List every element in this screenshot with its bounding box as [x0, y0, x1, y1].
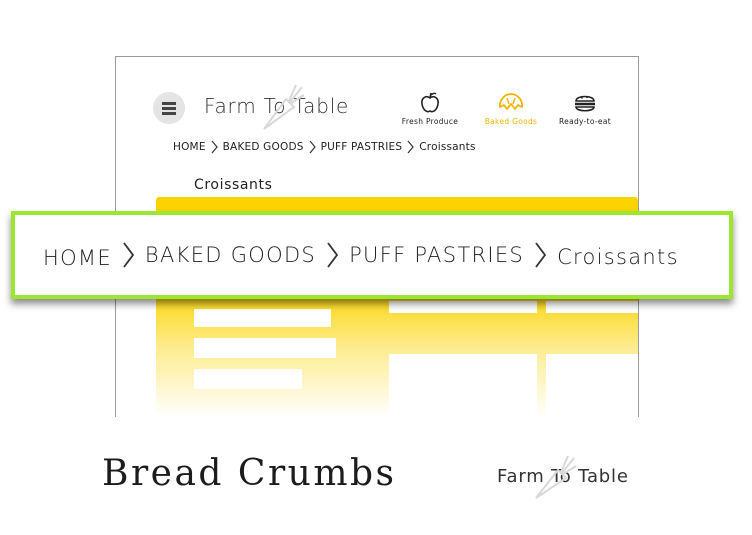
product-card-placeholder[interactable]: [546, 354, 638, 417]
breadcrumb-item-puff-pastries[interactable]: PUFF PASTRIES: [349, 243, 524, 267]
burger-icon: [575, 95, 595, 112]
hamburger-icon: [162, 101, 176, 115]
product-card-placeholder[interactable]: [194, 309, 331, 327]
chevron-right-icon: [535, 242, 547, 268]
chevron-right-icon: [123, 242, 135, 268]
breadcrumb-item-puff-pastries[interactable]: PUFF PASTRIES: [321, 141, 403, 153]
breadcrumb-callout: HOME BAKED GOODS PUFF PASTRIES Croissant…: [11, 211, 733, 299]
croissant-icon: [499, 93, 523, 110]
nav-label: Fresh Produce: [401, 117, 459, 126]
carrot-logo-icon: [535, 455, 577, 499]
breadcrumb-item-baked-goods[interactable]: BAKED GOODS: [145, 243, 316, 267]
chevron-right-icon: [211, 140, 218, 154]
breadcrumb-item-croissants: Croissants: [419, 141, 476, 153]
breadcrumb-item-baked-goods[interactable]: BAKED GOODS: [223, 141, 304, 153]
nav-label: Ready-to-eat: [559, 117, 611, 126]
nav-item-ready-to-eat[interactable]: Ready-to-eat: [545, 91, 625, 126]
product-card-placeholder[interactable]: [389, 301, 537, 313]
slide-title: Bread Crumbs: [102, 453, 397, 494]
breadcrumb-item-home[interactable]: HOME: [43, 246, 112, 270]
product-card-placeholder[interactable]: [194, 338, 336, 358]
breadcrumb-item-croissants: Croissants: [557, 245, 679, 269]
carrot-logo-icon: [263, 84, 305, 130]
nav-item-baked-goods[interactable]: Baked Goods: [471, 91, 551, 126]
product-card-placeholder[interactable]: [546, 301, 638, 313]
product-card-placeholder[interactable]: [389, 354, 537, 417]
breadcrumb-large: HOME BAKED GOODS PUFF PASTRIES Croissant…: [43, 240, 679, 270]
breadcrumb-item-home[interactable]: HOME: [173, 141, 206, 153]
chevron-right-icon: [327, 242, 339, 268]
breadcrumb: HOME BAKED GOODS PUFF PASTRIES Croissant…: [173, 140, 476, 154]
product-card-placeholder[interactable]: [194, 369, 302, 389]
nav-label: Baked Goods: [484, 117, 538, 126]
chevron-right-icon: [309, 140, 316, 154]
apple-icon: [421, 92, 439, 113]
hamburger-menu-button[interactable]: [153, 92, 185, 124]
nav-item-fresh-produce[interactable]: Fresh Produce: [390, 91, 470, 126]
page-title: Croissants: [194, 177, 273, 193]
chevron-right-icon: [407, 140, 415, 154]
